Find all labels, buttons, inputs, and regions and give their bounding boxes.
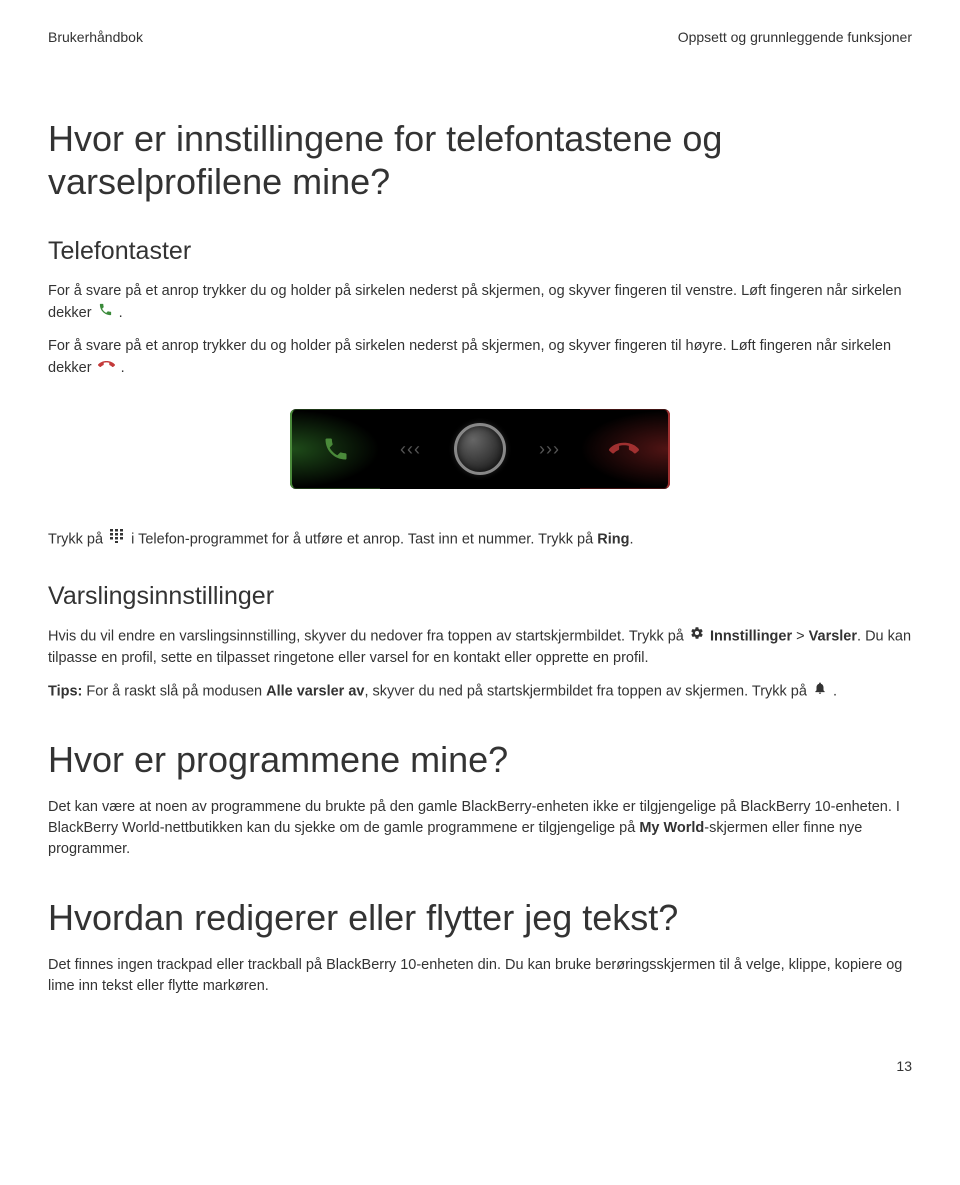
telefontaster-p2: For å svare på et anrop trykker du og ho… [48, 336, 912, 379]
phone-answer-icon [322, 435, 350, 463]
section-varsling-title: Varslingsinnstillinger [48, 580, 912, 614]
keypad-icon [109, 529, 125, 550]
section-telefontaster-title: Telefontaster [48, 235, 912, 269]
answer-zone[interactable] [290, 409, 380, 489]
gear-icon [690, 626, 704, 647]
phone-answer-icon [98, 302, 113, 324]
programmer-p: Det kan være at noen av programmene du b… [48, 797, 912, 860]
phone-decline-icon [609, 436, 639, 462]
section-programmer-title: Hvor er programmene mine? [48, 738, 912, 781]
decline-zone[interactable] [580, 409, 670, 489]
rediger-p: Det finnes ingen trackpad eller trackbal… [48, 955, 912, 997]
chevron-right-icon: ››› [539, 437, 560, 461]
header-right: Oppsett og grunnleggende funksjoner [678, 28, 912, 47]
telefontaster-p1: For å svare på et anrop trykker du og ho… [48, 281, 912, 324]
header-left: Brukerhåndbok [48, 28, 143, 47]
page-number: 13 [48, 1057, 912, 1076]
chevron-left-icon: ‹‹‹ [400, 437, 421, 461]
varsling-p1: Hvis du vil endre en varslingsinnstillin… [48, 626, 912, 668]
bell-icon [813, 681, 827, 702]
varsling-p2: Tips: For å raskt slå på modusen Alle va… [48, 681, 912, 702]
call-swipe-widget: ‹‹‹ ››› [290, 409, 670, 489]
telefontaster-p3: Trykk på i Telefon-programmet for å utfø… [48, 529, 912, 550]
swipe-knob[interactable] [454, 423, 506, 475]
phone-decline-icon [98, 357, 115, 379]
section-rediger-title: Hvordan redigerer eller flytter jeg teks… [48, 896, 912, 939]
page-title: Hvor er innstillingene for telefontasten… [48, 117, 912, 203]
